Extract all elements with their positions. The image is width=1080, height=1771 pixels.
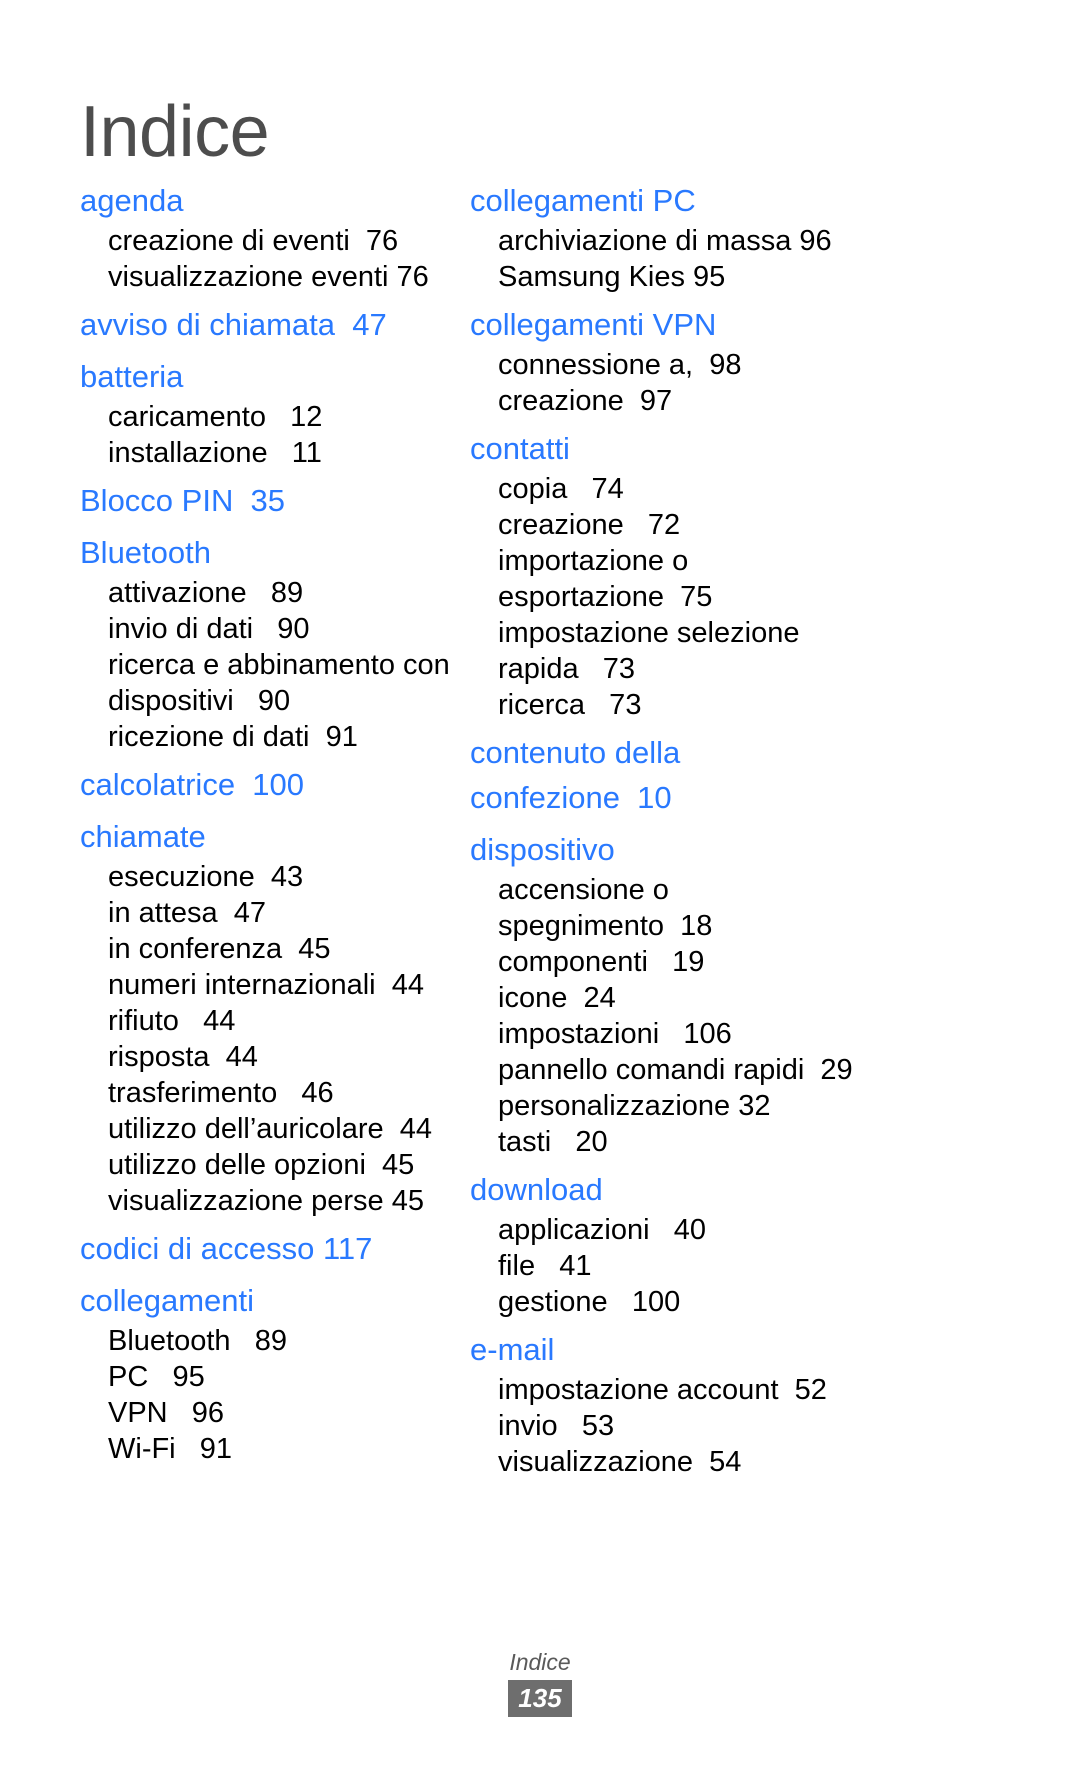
index-entry: codici di accesso 117 (80, 1226, 450, 1271)
index-entry: collegamenti VPN connessione a, 98 creazio… (470, 302, 1010, 419)
index-subentry[interactable]: invio 53 (470, 1408, 1010, 1444)
index-subentry[interactable]: PC 95 (80, 1359, 450, 1395)
index-subentry[interactable]: numeri internazionali 44 (80, 967, 450, 1003)
index-entry-heading[interactable]: batteria (80, 354, 450, 399)
index-subentry[interactable]: rifiuto 44 (80, 1003, 450, 1039)
index-subentry[interactable]: accensione o (470, 872, 1010, 908)
index-subentry[interactable]: Samsung Kies 95 (470, 259, 1010, 295)
index-page: Indice agenda creazione di eventi 76 visua… (0, 0, 1080, 1771)
index-subentry[interactable]: creazione 97 (470, 383, 1010, 419)
index-subentry[interactable]: impostazione selezione (470, 615, 1010, 651)
index-subentry[interactable]: file 41 (470, 1248, 1010, 1284)
index-subentry[interactable]: spegnimento 18 (470, 908, 1010, 944)
index-entry-heading[interactable]: contenuto della confezione 10 (470, 730, 1010, 820)
footer-section-label: Indice (509, 1649, 571, 1675)
index-subentry[interactable]: attivazione 89 (80, 575, 450, 611)
index-entry: download applicazioni 40 file 41 gestione 1… (470, 1167, 1010, 1320)
index-entry: e-mail impostazione account 52 invio 53 vis… (470, 1327, 1010, 1480)
index-entry: Blocco PIN 35 (80, 478, 450, 523)
index-subentry[interactable]: icone 24 (470, 980, 1010, 1016)
index-entry-heading[interactable]: contatti (470, 426, 1010, 471)
index-columns: agenda creazione di eventi 76 visualizzazi… (0, 178, 1080, 1480)
index-subentry[interactable]: dispositivi 90 (80, 683, 450, 719)
index-subentry[interactable]: utilizzo dell’auricolare 44 (80, 1111, 450, 1147)
index-entry: contenuto della confezione 10 (470, 730, 1010, 820)
index-subentry[interactable]: gestione 100 (470, 1284, 1010, 1320)
index-entry-heading[interactable]: avviso di chiamata 47 (80, 302, 450, 347)
index-entry-heading[interactable]: collegamenti VPN (470, 302, 1010, 347)
index-entry: dispositivo accensione o spegnimento 18 com… (470, 827, 1010, 1160)
index-entry: chiamate esecuzione 43 in attesa 47 in conf… (80, 814, 450, 1219)
index-subentry[interactable]: ricezione di dati 91 (80, 719, 450, 755)
index-subentry[interactable]: visualizzazione eventi 76 (80, 259, 450, 295)
index-subentry[interactable]: esecuzione 43 (80, 859, 450, 895)
index-subentry[interactable]: pannello comandi rapidi 29 (470, 1052, 1010, 1088)
index-subentry[interactable]: rapida 73 (470, 651, 1010, 687)
index-entry: agenda creazione di eventi 76 visualizzazi… (80, 178, 450, 295)
index-subentry[interactable]: visualizzazione 54 (470, 1444, 1010, 1480)
index-subentry[interactable]: utilizzo delle opzioni 45 (80, 1147, 450, 1183)
index-entry-heading[interactable]: dispositivo (470, 827, 1010, 872)
index-subentry[interactable]: ricerca e abbinamento con (80, 647, 450, 683)
index-subentry[interactable]: creazione di eventi 76 (80, 223, 450, 259)
index-subentry[interactable]: archiviazione di massa 96 (470, 223, 1010, 259)
index-entry-heading[interactable]: collegamenti (80, 1278, 450, 1323)
index-subentry[interactable]: visualizzazione perse 45 (80, 1183, 450, 1219)
index-entry: avviso di chiamata 47 (80, 302, 450, 347)
index-entry: contatti copia 74 creazione 72 importazione… (470, 426, 1010, 723)
index-subentry[interactable]: impostazioni 106 (470, 1016, 1010, 1052)
index-subentry[interactable]: importazione o (470, 543, 1010, 579)
index-subentry[interactable]: applicazioni 40 (470, 1212, 1010, 1248)
index-subentry[interactable]: tasti 20 (470, 1124, 1010, 1160)
index-entry: collegamenti Bluetooth 89 PC 95 VPN 96 Wi-Fi… (80, 1278, 450, 1467)
index-entry-heading[interactable]: download (470, 1167, 1010, 1212)
index-entry-heading[interactable]: agenda (80, 178, 450, 223)
index-subentry[interactable]: connessione a, 98 (470, 347, 1010, 383)
index-subentry[interactable]: ricerca 73 (470, 687, 1010, 723)
index-column-right: collegamenti PC archiviazione di massa 96… (450, 178, 1010, 1480)
index-entry-heading[interactable]: chiamate (80, 814, 450, 859)
index-entry-heading[interactable]: codici di accesso 117 (80, 1226, 450, 1271)
index-subentry[interactable]: personalizzazione 32 (470, 1088, 1010, 1124)
index-entry-heading[interactable]: e-mail (470, 1327, 1010, 1372)
index-entry: collegamenti PC archiviazione di massa 96… (470, 178, 1010, 295)
index-entry: batteria caricamento 12 installazione 11 (80, 354, 450, 471)
page-footer: Indice 135 (0, 1648, 1080, 1717)
index-subentry[interactable]: componenti 19 (470, 944, 1010, 980)
index-subentry[interactable]: creazione 72 (470, 507, 1010, 543)
index-subentry[interactable]: invio di dati 90 (80, 611, 450, 647)
footer-page-number: 135 (508, 1680, 572, 1717)
index-entry: calcolatrice 100 (80, 762, 450, 807)
index-subentry[interactable]: impostazione account 52 (470, 1372, 1010, 1408)
index-subentry[interactable]: Wi-Fi 91 (80, 1431, 450, 1467)
index-subentry[interactable]: VPN 96 (80, 1395, 450, 1431)
index-subentry[interactable]: installazione 11 (80, 435, 450, 471)
index-entry-heading[interactable]: Blocco PIN 35 (80, 478, 450, 523)
index-subentry[interactable]: in attesa 47 (80, 895, 450, 931)
index-subentry[interactable]: Bluetooth 89 (80, 1323, 450, 1359)
index-subentry[interactable]: in conferenza 45 (80, 931, 450, 967)
index-subentry[interactable]: copia 74 (470, 471, 1010, 507)
index-entry: Bluetooth attivazione 89 invio di dati 90 r… (80, 530, 450, 755)
page-title: Indice (80, 92, 270, 173)
index-subentry[interactable]: caricamento 12 (80, 399, 450, 435)
index-column-left: agenda creazione di eventi 76 visualizzazi… (0, 178, 450, 1467)
index-subentry[interactable]: trasferimento 46 (80, 1075, 450, 1111)
index-entry-heading[interactable]: collegamenti PC (470, 178, 1010, 223)
index-subentry[interactable]: esportazione 75 (470, 579, 1010, 615)
index-subentry[interactable]: risposta 44 (80, 1039, 450, 1075)
index-entry-heading[interactable]: calcolatrice 100 (80, 762, 450, 807)
index-entry-heading[interactable]: Bluetooth (80, 530, 450, 575)
